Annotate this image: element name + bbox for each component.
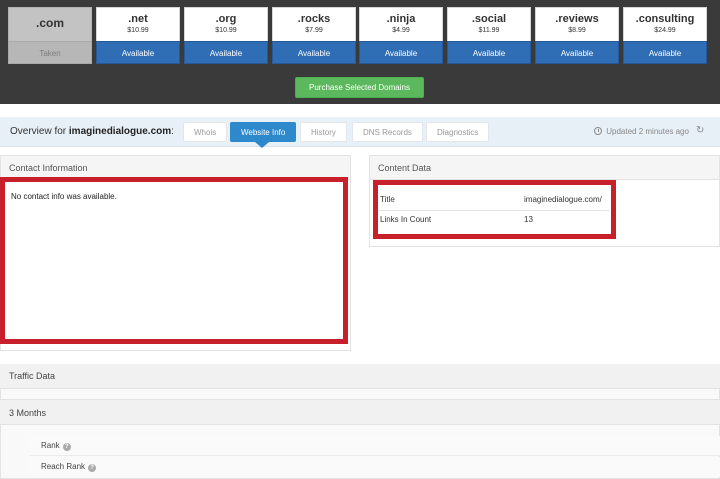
tld-card-header: .consulting $24.99 <box>623 7 707 41</box>
tld-card-header: .social $11.99 <box>447 7 531 41</box>
overview-domain: imaginedialogue.com <box>68 126 172 137</box>
tab-dns-records[interactable]: DNS Records <box>352 122 423 142</box>
tld-name: .com <box>35 16 64 30</box>
tld-card-header: .com <box>8 7 92 41</box>
highlight-box-content <box>373 180 616 239</box>
tld-price: $11.99 <box>478 27 500 34</box>
overview-prefix: Overview for <box>10 126 67 137</box>
highlight-box-contact <box>0 177 348 344</box>
traffic-data-header: Traffic Data <box>0 364 720 389</box>
tld-price: $24.99 <box>654 27 676 34</box>
tld-card-header: .rocks $7.99 <box>272 7 356 41</box>
tld-status[interactable]: Available <box>359 41 443 64</box>
tld-name: .ninja <box>386 13 416 25</box>
tld-card-header: .ninja $4.99 <box>359 7 443 41</box>
clock-icon <box>594 127 602 135</box>
tld-card-header: .org $10.99 <box>184 7 268 41</box>
tld-status[interactable]: Available <box>184 41 268 64</box>
tld-status[interactable]: Available <box>623 41 707 64</box>
tld-card-consulting[interactable]: .consulting $24.99 Available <box>623 7 707 64</box>
tab-whois[interactable]: Whois <box>183 122 228 142</box>
tab-history[interactable]: History <box>300 122 347 142</box>
tld-name: .rocks <box>297 13 331 25</box>
tld-card-header: .reviews $8.99 <box>535 7 619 41</box>
metric-rank: Rank? <box>30 436 720 456</box>
tld-name: .reviews <box>555 13 599 25</box>
tld-name: .net <box>128 13 148 25</box>
domain-availability-bar: .com Taken .net $10.99 Available .org $1… <box>0 0 720 104</box>
active-tab-pointer <box>255 142 269 148</box>
tld-name: .org <box>215 13 237 25</box>
updated-status: Updated 2 minutes ago <box>594 127 689 136</box>
overview-title: Overview for imaginedialogue.com: <box>10 126 174 137</box>
tld-status[interactable]: Available <box>447 41 531 64</box>
tld-price: $4.99 <box>392 27 410 34</box>
tld-name: .social <box>471 13 507 25</box>
tld-status: Taken <box>8 41 92 64</box>
tld-price: $8.99 <box>568 27 586 34</box>
tab-website-info[interactable]: Website Info <box>230 122 297 142</box>
overview-bar: Overview for imaginedialogue.com: Whois … <box>0 117 720 147</box>
tab-diagnostics[interactable]: Diagnostics <box>426 122 490 142</box>
metric-reach-rank: Reach Rank? <box>30 457 720 477</box>
content-data-header: Content Data <box>370 156 719 180</box>
tld-price: $10.99 <box>127 27 149 34</box>
purchase-selected-domains-button[interactable]: Purchase Selected Domains <box>295 77 424 98</box>
tld-card-rocks[interactable]: .rocks $7.99 Available <box>272 7 356 64</box>
tld-status[interactable]: Available <box>535 41 619 64</box>
tld-card-reviews[interactable]: .reviews $8.99 Available <box>535 7 619 64</box>
tld-card-social[interactable]: .social $11.99 Available <box>447 7 531 64</box>
tld-price: $10.99 <box>215 27 237 34</box>
metric-label: Rank <box>41 441 60 450</box>
tld-card-header: .net $10.99 <box>96 7 180 41</box>
help-icon[interactable]: ? <box>62 443 71 451</box>
help-icon[interactable]: ? <box>88 464 97 472</box>
tld-price: $7.99 <box>305 27 323 34</box>
metric-label: Reach Rank <box>41 462 86 471</box>
tld-card-org[interactable]: .org $10.99 Available <box>184 7 268 64</box>
tld-card-net[interactable]: .net $10.99 Available <box>96 7 180 64</box>
tld-name: .consulting <box>635 13 695 25</box>
overview-suffix: : <box>171 126 174 137</box>
tld-card-ninja[interactable]: .ninja $4.99 Available <box>359 7 443 64</box>
tld-card-com[interactable]: .com Taken <box>8 7 92 64</box>
refresh-icon[interactable]: ↻ <box>696 125 704 136</box>
tld-status[interactable]: Available <box>96 41 180 64</box>
traffic-period-header[interactable]: 3 Months <box>0 399 720 425</box>
tld-status[interactable]: Available <box>272 41 356 64</box>
updated-text: Updated 2 minutes ago <box>606 127 689 136</box>
